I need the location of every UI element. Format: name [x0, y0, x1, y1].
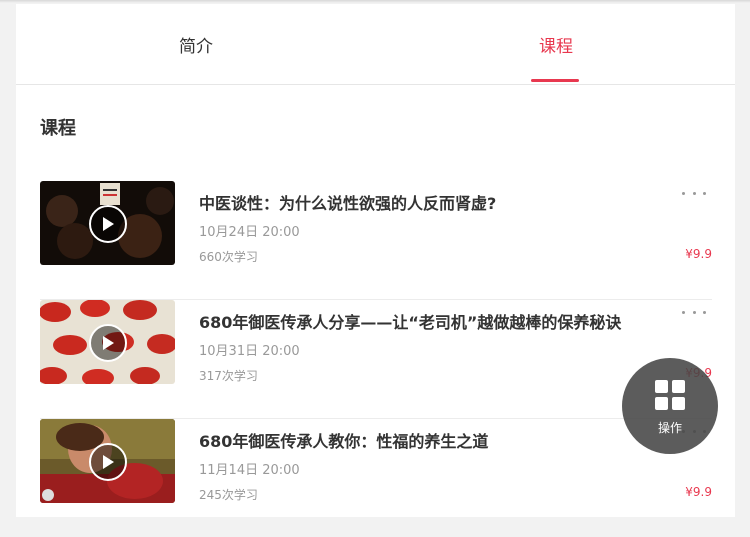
- course-thumbnail[interactable]: [40, 181, 175, 265]
- course-date: 10月24日 20:00: [199, 225, 300, 240]
- course-price: ¥9.9: [685, 247, 712, 261]
- play-icon[interactable]: [89, 324, 127, 362]
- course-title[interactable]: 680年御医传承人分享——让“老司机”越做越棒的保养秘诀: [199, 309, 679, 333]
- actions-fab-button[interactable]: 操作: [622, 358, 718, 454]
- course-title[interactable]: 680年御医传承人教你：性福的养生之道: [199, 428, 679, 452]
- grid-icon: [655, 380, 685, 410]
- course-item[interactable]: 中医谈性：为什么说性欲强的人反而肾虚? 10月24日 20:00 660次学习 …: [40, 181, 712, 300]
- more-dots-icon[interactable]: [682, 304, 706, 320]
- course-thumbnail[interactable]: [40, 419, 175, 503]
- course-thumbnail[interactable]: [40, 300, 175, 384]
- course-study-count: 245次学习: [199, 488, 258, 502]
- course-study-count: 317次学习: [199, 369, 258, 383]
- course-date: 10月31日 20:00: [199, 344, 300, 359]
- tab-intro[interactable]: 简介: [96, 4, 296, 84]
- section-title: 课程: [40, 118, 76, 139]
- tab-courses[interactable]: 课程: [456, 4, 656, 84]
- fab-label: 操作: [657, 421, 682, 435]
- course-study-count: 660次学习: [199, 250, 258, 264]
- course-item[interactable]: 680年御医传承人教你：性福的养生之道 11月14日 20:00 245次学习 …: [40, 419, 712, 537]
- more-dots-icon[interactable]: [682, 185, 706, 201]
- tab-bar: 简介 课程: [16, 4, 735, 85]
- course-title[interactable]: 中医谈性：为什么说性欲强的人反而肾虚?: [199, 190, 679, 214]
- course-price: ¥9.9: [685, 485, 712, 499]
- top-divider: [0, 0, 750, 3]
- play-icon[interactable]: [89, 205, 127, 243]
- course-date: 11月14日 20:00: [199, 463, 300, 478]
- play-icon[interactable]: [89, 443, 127, 481]
- content-card: 简介 课程 课程 中医谈性：为什么说性欲强的人反而肾虚? 10月24日 20:0…: [16, 4, 735, 517]
- course-item[interactable]: 680年御医传承人分享——让“老司机”越做越棒的保养秘诀 10月31日 20:0…: [40, 300, 712, 419]
- course-list: 中医谈性：为什么说性欲强的人反而肾虚? 10月24日 20:00 660次学习 …: [40, 181, 712, 537]
- active-tab-indicator: [531, 79, 579, 82]
